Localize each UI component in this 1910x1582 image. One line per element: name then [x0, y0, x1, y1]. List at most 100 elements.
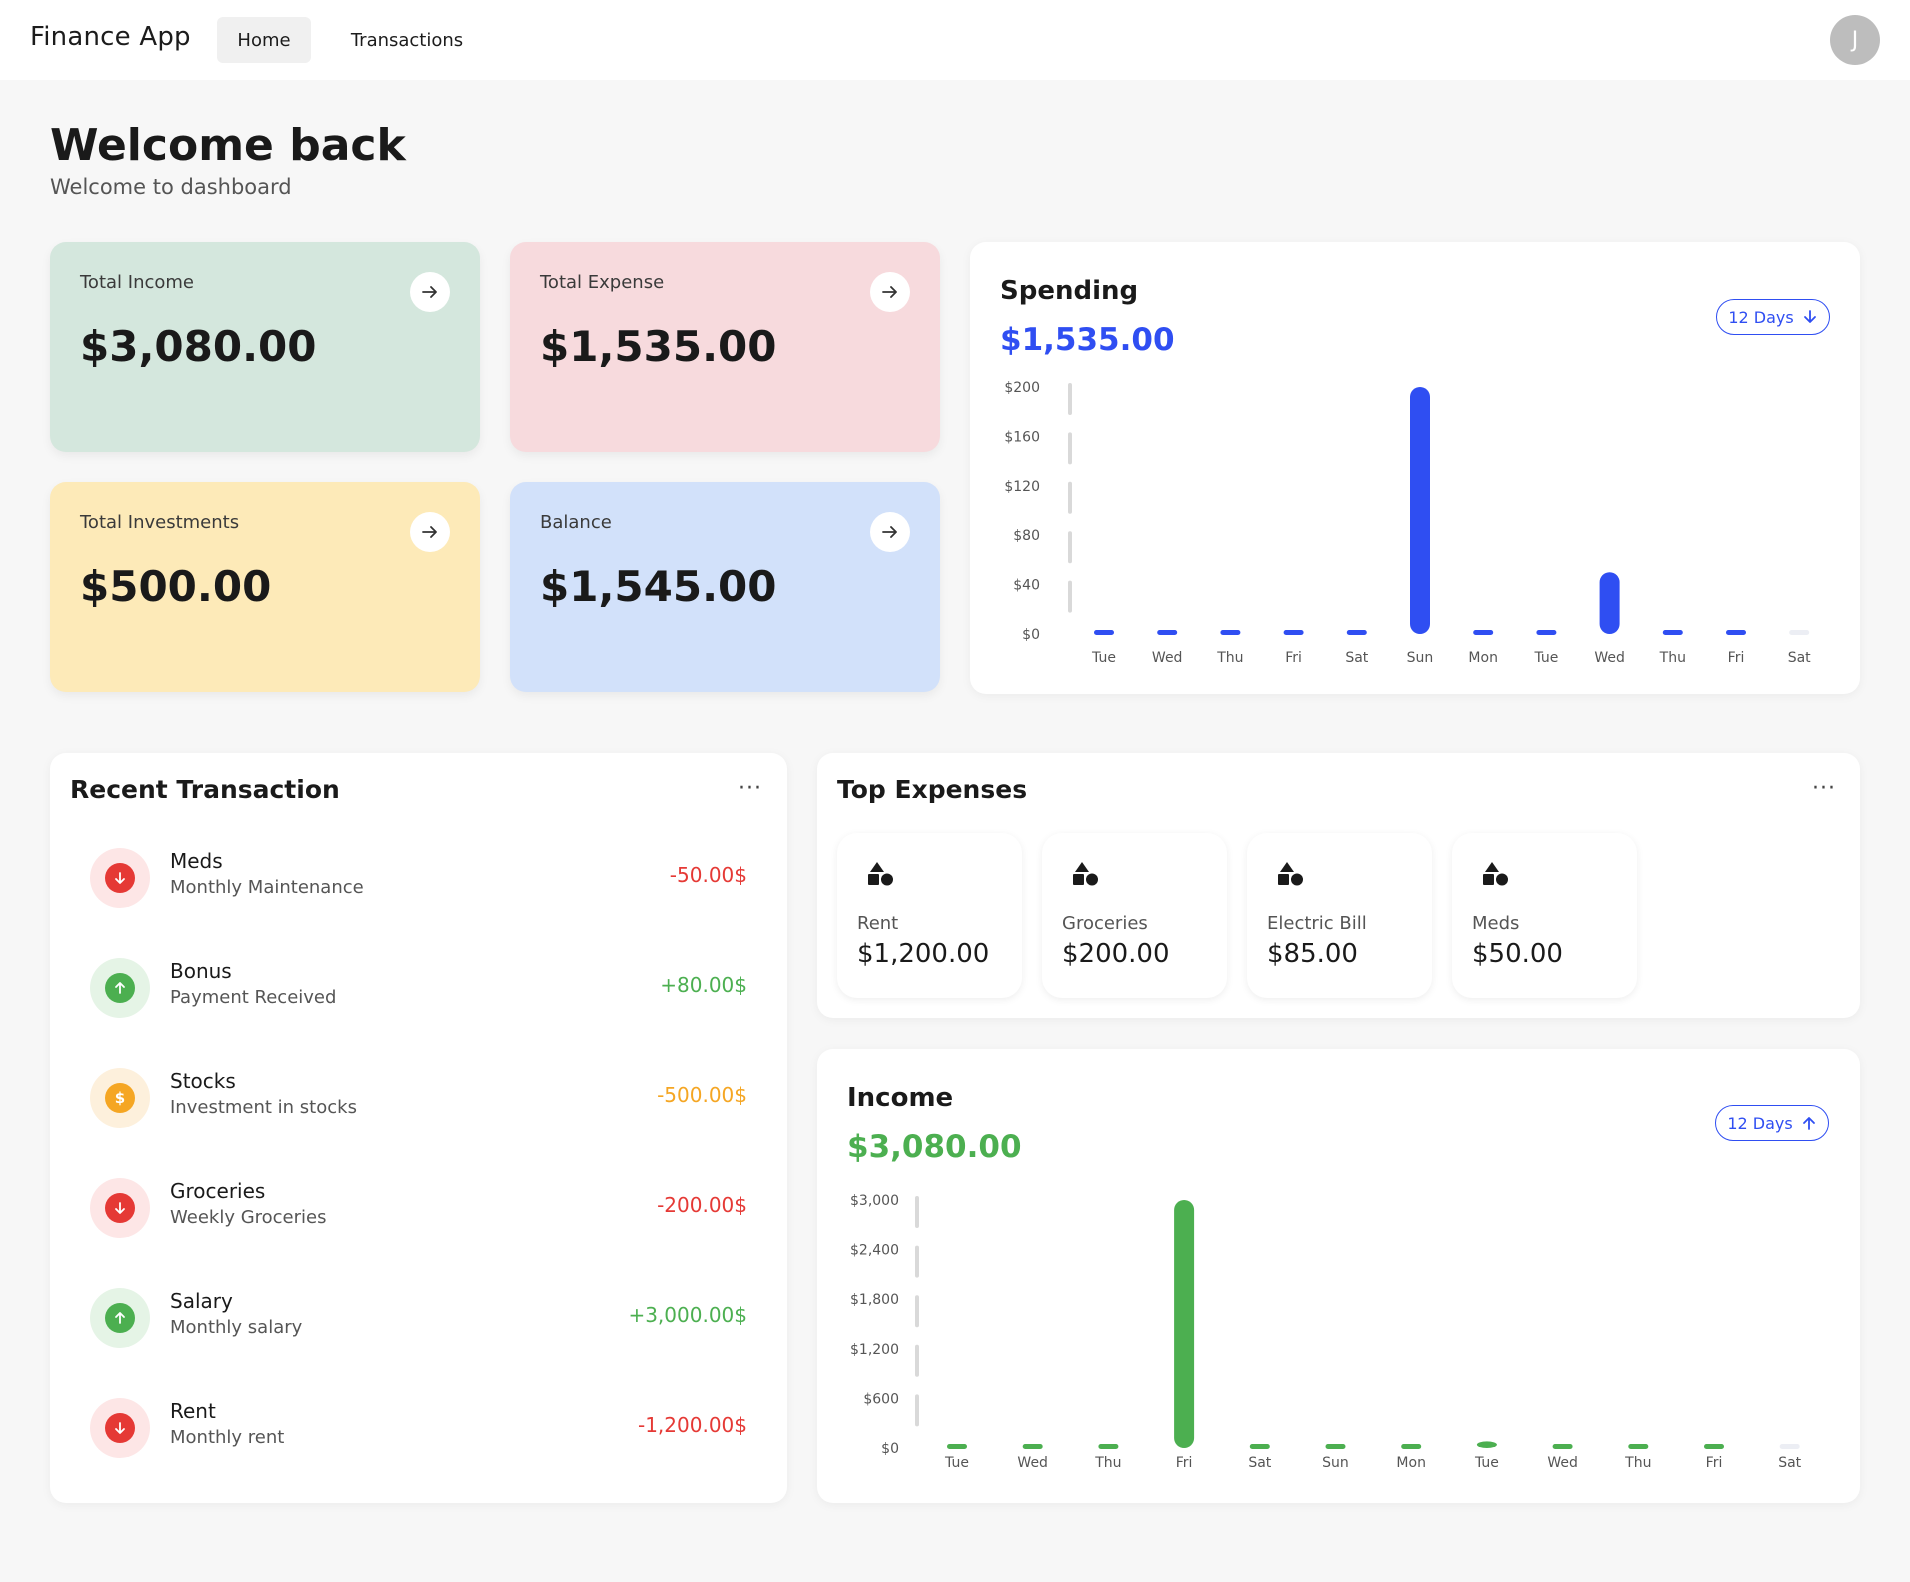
card-value: $1,545.00: [540, 562, 777, 611]
chart-bar: [1410, 387, 1430, 634]
chart-bar: [1022, 1444, 1043, 1449]
expense-tile[interactable]: Rent $1,200.00: [837, 833, 1022, 998]
total-investments-card[interactable]: Total Investments $500.00: [50, 482, 480, 692]
shapes-icon: [1483, 862, 1508, 886]
arrow-right-icon[interactable]: [870, 512, 910, 552]
card-value: $500.00: [80, 562, 272, 611]
y-tick-label: $3,000: [850, 1193, 899, 1209]
transaction-row[interactable]: Groceries Weekly Groceries -200.00$: [90, 1173, 747, 1243]
transaction-amount: +80.00$: [660, 973, 747, 997]
recent-transactions-panel: Recent Transaction ··· Meds Monthly Maint…: [50, 753, 787, 1503]
y-tick-label: $40: [1013, 578, 1040, 594]
transaction-icon-wrap: [90, 1398, 150, 1458]
arrow-down-icon: [105, 1413, 135, 1443]
expense-value: $1,200.00: [857, 939, 990, 969]
transaction-icon-wrap: [90, 1288, 150, 1348]
x-tick-label: Tue: [944, 1455, 969, 1471]
transaction-description: Investment in stocks: [170, 1097, 357, 1118]
card-label: Total Expense: [540, 272, 665, 293]
x-tick-label: Sun: [1407, 650, 1434, 666]
total-income-card[interactable]: Total Income $3,080.00: [50, 242, 480, 452]
transaction-amount: -50.00$: [669, 863, 747, 887]
chart-bar: [1662, 630, 1683, 635]
expense-label: Rent: [857, 913, 899, 934]
x-tick-label: Fri: [1706, 1455, 1723, 1471]
chart-bar: [1779, 1444, 1800, 1449]
transaction-name: Meds: [170, 849, 223, 873]
dollar-icon: $: [105, 1083, 135, 1113]
avatar[interactable]: J: [1830, 15, 1880, 65]
y-tick-label: $600: [863, 1391, 899, 1407]
card-label: Total Investments: [80, 512, 240, 533]
card-value: $1,535.00: [540, 322, 777, 371]
x-tick-label: Sat: [1778, 1455, 1801, 1471]
arrow-up-icon: [105, 1303, 135, 1333]
chart-bar: [1401, 1444, 1422, 1449]
page-title: Welcome back: [50, 120, 406, 171]
nav-home[interactable]: Home: [217, 17, 311, 63]
x-tick-label: Sat: [1248, 1455, 1271, 1471]
x-tick-label: Fri: [1176, 1455, 1193, 1471]
expense-value: $85.00: [1267, 939, 1358, 969]
transaction-name: Salary: [170, 1289, 233, 1313]
arrow-right-icon[interactable]: [870, 272, 910, 312]
more-options-icon[interactable]: ···: [1812, 778, 1836, 800]
x-tick-label: Wed: [1152, 650, 1183, 666]
x-tick-label: Fri: [1728, 650, 1745, 666]
chart-bar: [1249, 1444, 1270, 1449]
transaction-amount: -200.00$: [657, 1193, 747, 1217]
expense-tile[interactable]: Meds $50.00: [1452, 833, 1637, 998]
expense-tile[interactable]: Groceries $200.00: [1042, 833, 1227, 998]
transaction-row[interactable]: Rent Monthly rent -1,200.00$: [90, 1393, 747, 1463]
chart-bar: [1283, 630, 1304, 635]
chart-bar: [1552, 1444, 1573, 1449]
x-tick-label: Thu: [1216, 650, 1243, 666]
chart-bar: [1536, 630, 1557, 635]
expense-label: Meds: [1472, 913, 1520, 934]
y-tick-label: $120: [1004, 479, 1040, 495]
transaction-row[interactable]: Meds Monthly Maintenance -50.00$: [90, 843, 747, 913]
transaction-icon-wrap: $: [90, 1068, 150, 1128]
chart-bar: [1174, 1200, 1195, 1448]
balance-card[interactable]: Balance $1,545.00: [510, 482, 940, 692]
expense-tile[interactable]: Electric Bill $85.00: [1247, 833, 1432, 998]
y-tick-label: $2,400: [850, 1243, 899, 1259]
arrow-up-icon: [105, 973, 135, 1003]
x-tick-label: Thu: [1624, 1455, 1651, 1471]
expense-label: Electric Bill: [1267, 913, 1367, 934]
transaction-row[interactable]: Bonus Payment Received +80.00$: [90, 953, 747, 1023]
y-tick-label: $0: [1022, 627, 1040, 643]
x-tick-label: Tue: [1091, 650, 1116, 666]
transaction-description: Weekly Groceries: [170, 1207, 327, 1228]
income-panel: Income $3,080.00 12 Days $0 $600 $1,200 $1,…: [817, 1049, 1860, 1503]
transaction-amount: +3,000.00$: [628, 1303, 747, 1327]
chart-bar: [1789, 630, 1810, 635]
transaction-row[interactable]: Salary Monthly salary +3,000.00$: [90, 1283, 747, 1353]
chart-bar: [1325, 1444, 1346, 1449]
panel-title: Recent Transaction: [70, 775, 340, 804]
page-subtitle: Welcome to dashboard: [50, 175, 292, 199]
chart-bar: [1220, 630, 1241, 635]
app-brand[interactable]: Finance App: [30, 22, 191, 52]
expense-label: Groceries: [1062, 913, 1148, 934]
x-tick-label: Thu: [1659, 650, 1686, 666]
top-expenses-panel: Top Expenses ··· Rent $1,200.00 Groceries $…: [817, 753, 1860, 1018]
total-expense-card[interactable]: Total Expense $1,535.00: [510, 242, 940, 452]
chart-bar: [1473, 630, 1494, 635]
nav-transactions[interactable]: Transactions: [340, 17, 474, 63]
transaction-name: Stocks: [170, 1069, 236, 1093]
chart-bar: [1098, 1444, 1119, 1449]
x-tick-label: Sun: [1322, 1455, 1349, 1471]
more-options-icon[interactable]: ···: [738, 778, 762, 800]
chart-bar: [1704, 1444, 1724, 1449]
transaction-description: Payment Received: [170, 987, 337, 1008]
chart-bar: [947, 1444, 967, 1449]
expense-value: $200.00: [1062, 939, 1170, 969]
transaction-name: Rent: [170, 1399, 216, 1423]
arrow-right-icon[interactable]: [410, 512, 450, 552]
transaction-row[interactable]: $ Stocks Investment in stocks -500.00$: [90, 1063, 747, 1133]
x-tick-label: Mon: [1468, 650, 1498, 666]
transaction-icon-wrap: [90, 1178, 150, 1238]
expense-value: $50.00: [1472, 939, 1563, 969]
arrow-right-icon[interactable]: [410, 272, 450, 312]
